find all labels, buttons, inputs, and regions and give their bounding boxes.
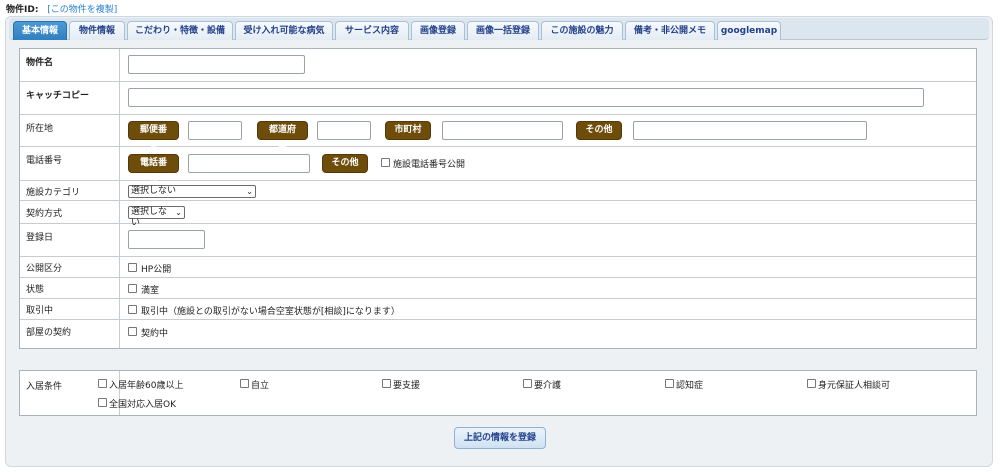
row-contract-type: 契約方式 選択しない ⌄ xyxy=(20,201,976,228)
contracted-label: 契約中 xyxy=(141,329,169,339)
catchcopy-input[interactable] xyxy=(128,88,924,107)
city-input[interactable] xyxy=(442,121,563,140)
condition-dementia-label: 認知症 xyxy=(676,381,704,391)
condition-care-label: 要介護 xyxy=(534,381,562,391)
condition-independent-checkbox[interactable] xyxy=(240,379,249,388)
prefecture-button[interactable]: 都道府県 xyxy=(257,121,308,152)
duplicate-property-link[interactable]: [この物件を複製] xyxy=(47,5,117,15)
row-phone: 電話番号 電話番号 その他 施設電話番号公開 xyxy=(20,147,976,185)
condition-care-checkbox[interactable] xyxy=(523,379,532,388)
tab-basic-info[interactable]: 基本情報 xyxy=(13,21,67,40)
catchcopy-label: キャッチコピー xyxy=(20,82,120,114)
condition-support-checkbox[interactable] xyxy=(382,379,391,388)
row-status: 状態 満室 xyxy=(20,278,976,299)
tab-bulk-image-upload[interactable]: 画像一括登録 xyxy=(467,21,539,40)
property-id-line: 物件ID: [この物件を複製] xyxy=(6,2,117,15)
row-catchcopy: キャッチコピー xyxy=(20,82,976,115)
status-label: 状態 xyxy=(20,278,120,298)
basic-info-form: 物件名 キャッチコピー 所在地 郵便番号 都道府県 市町村 その他 電話番号 電… xyxy=(19,48,977,349)
tab-googlemap[interactable]: googlemap xyxy=(717,21,781,40)
tab-facility-appeal[interactable]: この施設の魅力 xyxy=(541,21,623,40)
row-address: 所在地 郵便番号 都道府県 市町村 その他 xyxy=(20,115,976,152)
phone-public-label: 施設電話番号公開 xyxy=(393,160,466,170)
phone-number-button[interactable]: 電話番号 xyxy=(128,154,179,185)
property-id-label: 物件ID: xyxy=(6,5,39,15)
dealing-checkbox[interactable] xyxy=(128,305,137,314)
prefecture-input[interactable] xyxy=(317,121,371,140)
tab-acceptable-diseases[interactable]: 受け入れ可能な病気 xyxy=(235,21,333,40)
condition-age-label: 入居年齢60歳以上 xyxy=(109,381,184,391)
condition-dementia-checkbox[interactable] xyxy=(665,379,674,388)
tab-bar: 基本情報 物件情報 こだわり・特徴・設備 受け入れ可能な病気 サービス内容 画像… xyxy=(9,18,989,40)
full-checkbox[interactable] xyxy=(128,284,137,293)
chevron-down-icon: ⌄ xyxy=(175,208,182,217)
register-button[interactable]: 上記の情報を登録 xyxy=(454,427,546,449)
hp-public-checkbox[interactable] xyxy=(128,263,137,272)
condition-guarantor-checkbox[interactable] xyxy=(807,379,816,388)
property-name-label: 物件名 xyxy=(20,49,120,81)
row-room-contract: 部屋の契約 契約中 xyxy=(20,320,976,348)
condition-age-checkbox[interactable] xyxy=(98,379,107,388)
row-category: 施設カテゴリ 選択しない ⌄ xyxy=(20,181,976,201)
phone-other-button[interactable]: その他 xyxy=(322,154,368,173)
registered-date-input[interactable] xyxy=(128,230,205,249)
property-name-input[interactable] xyxy=(128,55,305,74)
condition-nationwide-label: 全国対応入居OK xyxy=(109,400,176,410)
move-in-conditions: 入居条件 入居年齢60歳以上 自立 要支援 要介護 認知症 身元保証人相談可 全… xyxy=(19,370,977,416)
edit-panel: 基本情報 物件情報 こだわり・特徴・設備 受け入れ可能な病気 サービス内容 画像… xyxy=(5,16,993,467)
conditions-label: 入居条件 xyxy=(20,371,120,415)
city-button[interactable]: 市町村 xyxy=(385,121,431,140)
chevron-down-icon: ⌄ xyxy=(246,187,253,196)
row-dealing: 取引中 取引中（施設との取引がない場合空室状態が[相談]になります） xyxy=(20,299,976,320)
contracted-checkbox[interactable] xyxy=(128,327,137,336)
tab-property-info[interactable]: 物件情報 xyxy=(69,21,125,40)
phone-number-input[interactable] xyxy=(188,154,310,173)
registered-date-label: 登録日 xyxy=(20,224,120,256)
condition-nationwide-checkbox[interactable] xyxy=(98,398,107,407)
dealing-option-label: 取引中（施設との取引がない場合空室状態が[相談]になります） xyxy=(141,307,400,317)
tab-features[interactable]: こだわり・特徴・設備 xyxy=(127,21,233,40)
postal-code-button[interactable]: 郵便番号 xyxy=(128,121,179,152)
address-other-input[interactable] xyxy=(633,121,867,140)
phone-public-checkbox[interactable] xyxy=(381,158,390,167)
phone-label: 電話番号 xyxy=(20,147,120,180)
row-visibility: 公開区分 HP公開 xyxy=(20,257,976,278)
row-registered-date: 登録日 xyxy=(20,224,976,257)
condition-support-label: 要支援 xyxy=(393,381,421,391)
address-label: 所在地 xyxy=(20,115,120,146)
contract-type-label: 契約方式 xyxy=(20,201,120,223)
postal-code-input[interactable] xyxy=(188,121,242,140)
condition-independent-label: 自立 xyxy=(251,381,270,391)
full-label: 満室 xyxy=(141,286,160,296)
address-other-button[interactable]: その他 xyxy=(576,121,622,140)
tab-notes[interactable]: 備考・非公開メモ xyxy=(625,21,715,40)
contract-type-select[interactable]: 選択しない ⌄ xyxy=(128,206,185,228)
tab-services[interactable]: サービス内容 xyxy=(335,21,409,40)
tab-image-upload[interactable]: 画像登録 xyxy=(411,21,465,40)
category-select[interactable]: 選択しない ⌄ xyxy=(128,185,256,198)
room-contract-label: 部屋の契約 xyxy=(20,320,120,348)
category-label: 施設カテゴリ xyxy=(20,181,120,200)
visibility-label: 公開区分 xyxy=(20,257,120,277)
dealing-label: 取引中 xyxy=(20,299,120,319)
hp-public-label: HP公開 xyxy=(141,265,172,275)
condition-guarantor-label: 身元保証人相談可 xyxy=(818,381,891,391)
row-property-name: 物件名 xyxy=(20,49,976,82)
